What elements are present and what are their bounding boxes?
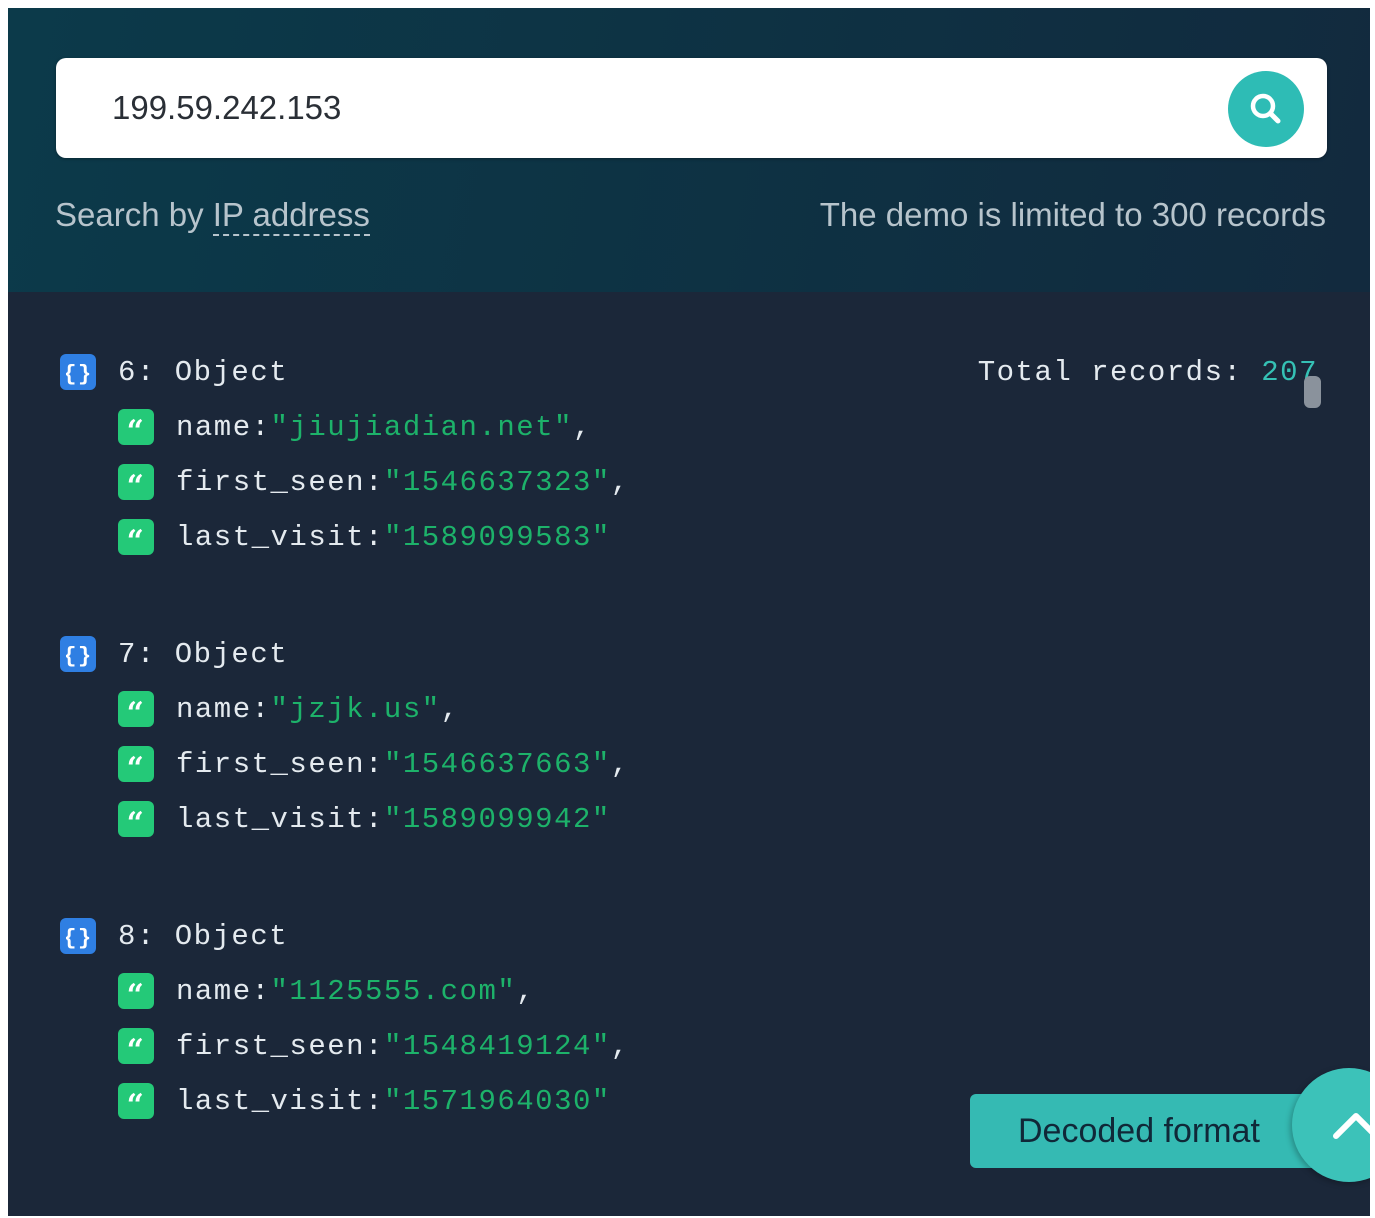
- property-last-visit: “ last_visit: "1589099942": [118, 799, 611, 839]
- object-braces-icon: {}: [60, 354, 96, 390]
- property-name: “ name: "1125555.com",: [118, 971, 535, 1011]
- search-hint-prefix: Search by: [55, 196, 213, 233]
- property-key: last_visit:: [176, 1084, 384, 1118]
- decoded-format-label: Decoded format: [1018, 1112, 1260, 1150]
- property-value: "jzjk.us": [270, 692, 441, 726]
- quote-icon: “: [118, 519, 154, 555]
- property-value: "1546637323": [383, 465, 611, 499]
- quote-icon: “: [118, 746, 154, 782]
- svg-text:“: “: [127, 699, 146, 719]
- total-records-label: Total records:: [977, 356, 1262, 389]
- demo-limit-note: The demo is limited to 300 records: [819, 196, 1326, 233]
- property-value: "1589099583": [383, 520, 611, 554]
- object-header[interactable]: {} 7: Object: [60, 634, 288, 674]
- svg-text:“: “: [127, 754, 146, 774]
- object-braces-icon: {}: [60, 918, 96, 954]
- property-value: "1125555.com": [270, 974, 517, 1008]
- quote-icon: “: [118, 1083, 154, 1119]
- property-first-seen: “ first_seen: "1548419124",: [118, 1026, 630, 1066]
- property-first-seen: “ first_seen: "1546637323",: [118, 462, 630, 502]
- property-value: "jiujiadian.net": [270, 410, 573, 444]
- svg-text:“: “: [127, 472, 146, 492]
- scroll-top-button[interactable]: [1292, 1068, 1370, 1182]
- property-key: name:: [176, 692, 271, 726]
- svg-text:{}: {}: [66, 926, 90, 949]
- search-hint: Search by IP address: [55, 196, 370, 236]
- svg-text:“: “: [127, 1036, 146, 1056]
- quote-icon: “: [118, 1028, 154, 1064]
- search-button[interactable]: [1228, 71, 1304, 147]
- svg-text:{}: {}: [66, 644, 90, 667]
- decoded-format-button[interactable]: Decoded format: [970, 1094, 1330, 1168]
- property-value: "1546637663": [383, 747, 611, 781]
- property-separator: ,: [440, 692, 460, 726]
- svg-text:“: “: [127, 809, 146, 829]
- total-records: Total records: 207: [978, 356, 1318, 389]
- quote-icon: “: [118, 409, 154, 445]
- scrollbar-thumb[interactable]: [1304, 376, 1321, 408]
- app-frame: Search by IP address The demo is limited…: [8, 8, 1370, 1216]
- ip-address-link[interactable]: IP address: [212, 196, 370, 236]
- quote-icon: “: [118, 691, 154, 727]
- object-header[interactable]: {} 8: Object: [60, 916, 288, 956]
- object-header-label: 8: Object: [118, 919, 289, 953]
- property-separator: ,: [572, 410, 592, 444]
- property-key: name:: [176, 974, 271, 1008]
- svg-text:“: “: [127, 527, 146, 547]
- svg-text:{}: {}: [66, 362, 90, 385]
- quote-icon: “: [118, 464, 154, 500]
- ip-search-input[interactable]: [112, 80, 1212, 136]
- search-panel: Search by IP address The demo is limited…: [8, 8, 1370, 292]
- svg-text:“: “: [127, 981, 146, 1001]
- property-key: name:: [176, 410, 271, 444]
- chevron-up-icon: [1333, 1113, 1370, 1139]
- property-separator: ,: [610, 465, 630, 499]
- svg-text:“: “: [127, 417, 146, 437]
- property-value: "1589099942": [383, 802, 611, 836]
- quote-icon: “: [118, 801, 154, 837]
- property-name: “ name: "jzjk.us",: [118, 689, 460, 729]
- property-separator: ,: [610, 747, 630, 781]
- property-separator: ,: [516, 974, 536, 1008]
- quote-icon: “: [118, 973, 154, 1009]
- search-icon: [1250, 93, 1281, 124]
- property-key: first_seen:: [176, 747, 384, 781]
- results-panel: Total records: 207 {} 6: Object “ name: …: [8, 292, 1370, 1216]
- object-braces-icon: {}: [60, 636, 96, 672]
- object-header[interactable]: {} 6: Object: [60, 352, 288, 392]
- property-first-seen: “ first_seen: "1546637663",: [118, 744, 630, 784]
- property-last-visit: “ last_visit: "1571964030": [118, 1081, 611, 1121]
- property-key: last_visit:: [176, 802, 384, 836]
- property-last-visit: “ last_visit: "1589099583": [118, 517, 611, 557]
- search-box: [56, 58, 1327, 158]
- property-value: "1571964030": [383, 1084, 611, 1118]
- property-key: first_seen:: [176, 465, 384, 499]
- property-key: last_visit:: [176, 520, 384, 554]
- property-key: first_seen:: [176, 1029, 384, 1063]
- property-value: "1548419124": [383, 1029, 611, 1063]
- property-name: “ name: "jiujiadian.net",: [118, 407, 592, 447]
- svg-text:“: “: [127, 1091, 146, 1111]
- property-separator: ,: [610, 1029, 630, 1063]
- object-header-label: 6: Object: [118, 355, 289, 389]
- object-header-label: 7: Object: [118, 637, 289, 671]
